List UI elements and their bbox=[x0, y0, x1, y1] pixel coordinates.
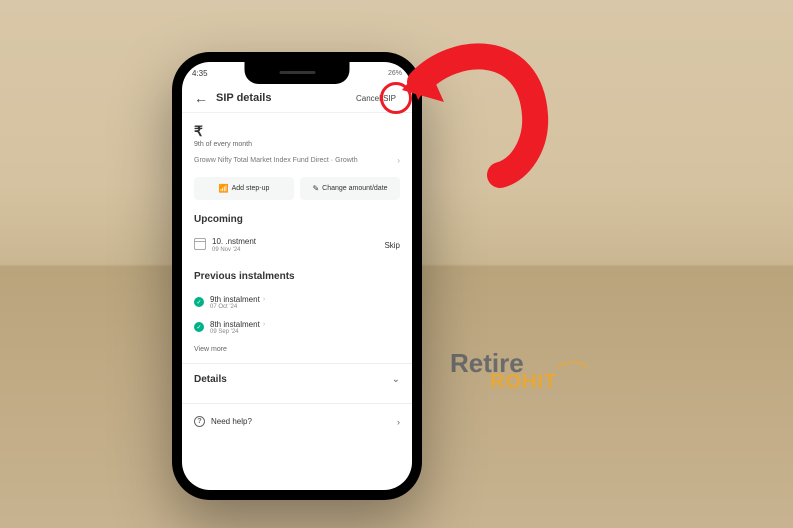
previous-info-0: 9th instalment › 07 Oct '24 bbox=[210, 295, 265, 310]
check-icon: ✓ bbox=[194, 297, 204, 307]
pencil-icon: ✎ bbox=[312, 184, 319, 193]
upcoming-instalment-title: 10. .nstment bbox=[212, 237, 256, 246]
highlight-circle bbox=[380, 82, 412, 114]
help-row[interactable]: ? Need help? › bbox=[194, 404, 400, 431]
upcoming-row: 10. .nstment 09 Nov '24 Skip bbox=[194, 233, 400, 257]
chevron-down-icon: ⌄ bbox=[392, 374, 400, 385]
previous-instalment-title-1: 8th instalment › bbox=[210, 320, 265, 329]
view-more-button[interactable]: View more bbox=[194, 346, 400, 353]
chevron-right-icon: › bbox=[263, 296, 265, 303]
chevron-right-icon: › bbox=[263, 321, 265, 328]
page-title: SIP details bbox=[216, 92, 271, 104]
previous-instalment-date-1: 09 Sep '24 bbox=[210, 329, 265, 335]
previous-row-0[interactable]: ✓ 9th instalment › 07 Oct '24 bbox=[194, 290, 400, 315]
previous-info-1: 8th instalment › 09 Sep '24 bbox=[210, 320, 265, 335]
help-icon: ? bbox=[194, 416, 205, 427]
add-step-up-label: Add step-up bbox=[232, 185, 270, 192]
phone-speaker bbox=[279, 71, 315, 74]
step-up-icon: 📶 bbox=[219, 184, 229, 193]
status-time: 4:35 bbox=[192, 69, 208, 78]
details-title: Details bbox=[194, 374, 227, 385]
previous-title: Previous instalments bbox=[194, 271, 400, 282]
gear-icon bbox=[558, 348, 588, 372]
calendar-icon bbox=[194, 238, 206, 250]
upcoming-left: 10. .nstment 09 Nov '24 bbox=[194, 237, 256, 253]
details-row[interactable]: Details ⌄ bbox=[194, 364, 400, 393]
phone-notch bbox=[245, 62, 350, 84]
phone-screen: 4:35 26% ← SIP details Cancel SIP ₹ 9th … bbox=[182, 62, 412, 490]
previous-row-1[interactable]: ✓ 8th instalment › 09 Sep '24 bbox=[194, 315, 400, 340]
phone-mockup: 4:35 26% ← SIP details Cancel SIP ₹ 9th … bbox=[172, 52, 422, 500]
content: ₹ 9th of every month Groww Nifty Total M… bbox=[182, 113, 412, 439]
change-amount-button[interactable]: ✎ Change amount/date bbox=[300, 177, 400, 200]
chevron-right-icon: › bbox=[397, 417, 400, 427]
fund-name: Groww Nifty Total Market Index Fund Dire… bbox=[194, 157, 358, 164]
watermark: Retire ROHIT bbox=[450, 352, 557, 391]
sip-amount: ₹ bbox=[194, 123, 400, 140]
watermark-rohit: ROHIT bbox=[490, 374, 557, 391]
previous-instalment-date-0: 07 Oct '24 bbox=[210, 304, 265, 310]
screen-header: ← SIP details Cancel SIP bbox=[182, 84, 412, 113]
upcoming-instalment-date: 09 Nov '24 bbox=[212, 247, 256, 253]
skip-button[interactable]: Skip bbox=[384, 241, 400, 250]
sip-schedule: 9th of every month bbox=[194, 141, 400, 148]
add-step-up-button[interactable]: 📶 Add step-up bbox=[194, 177, 294, 200]
help-left: ? Need help? bbox=[194, 416, 252, 427]
previous-section: Previous instalments ✓ 9th instalment › … bbox=[194, 271, 400, 353]
upcoming-title: Upcoming bbox=[194, 214, 400, 225]
pointer-arrow bbox=[400, 30, 580, 210]
upcoming-info: 10. .nstment 09 Nov '24 bbox=[212, 237, 256, 253]
action-buttons: 📶 Add step-up ✎ Change amount/date bbox=[194, 177, 400, 200]
upcoming-section: Upcoming 10. .nstment 09 Nov '24 Skip bbox=[194, 214, 400, 257]
fund-row[interactable]: Groww Nifty Total Market Index Fund Dire… bbox=[194, 148, 400, 173]
change-amount-label: Change amount/date bbox=[322, 185, 387, 192]
help-label: Need help? bbox=[211, 417, 252, 426]
previous-instalment-title-0: 9th instalment › bbox=[210, 295, 265, 304]
header-left: ← SIP details bbox=[194, 90, 271, 106]
check-icon: ✓ bbox=[194, 322, 204, 332]
back-icon[interactable]: ← bbox=[194, 90, 208, 106]
